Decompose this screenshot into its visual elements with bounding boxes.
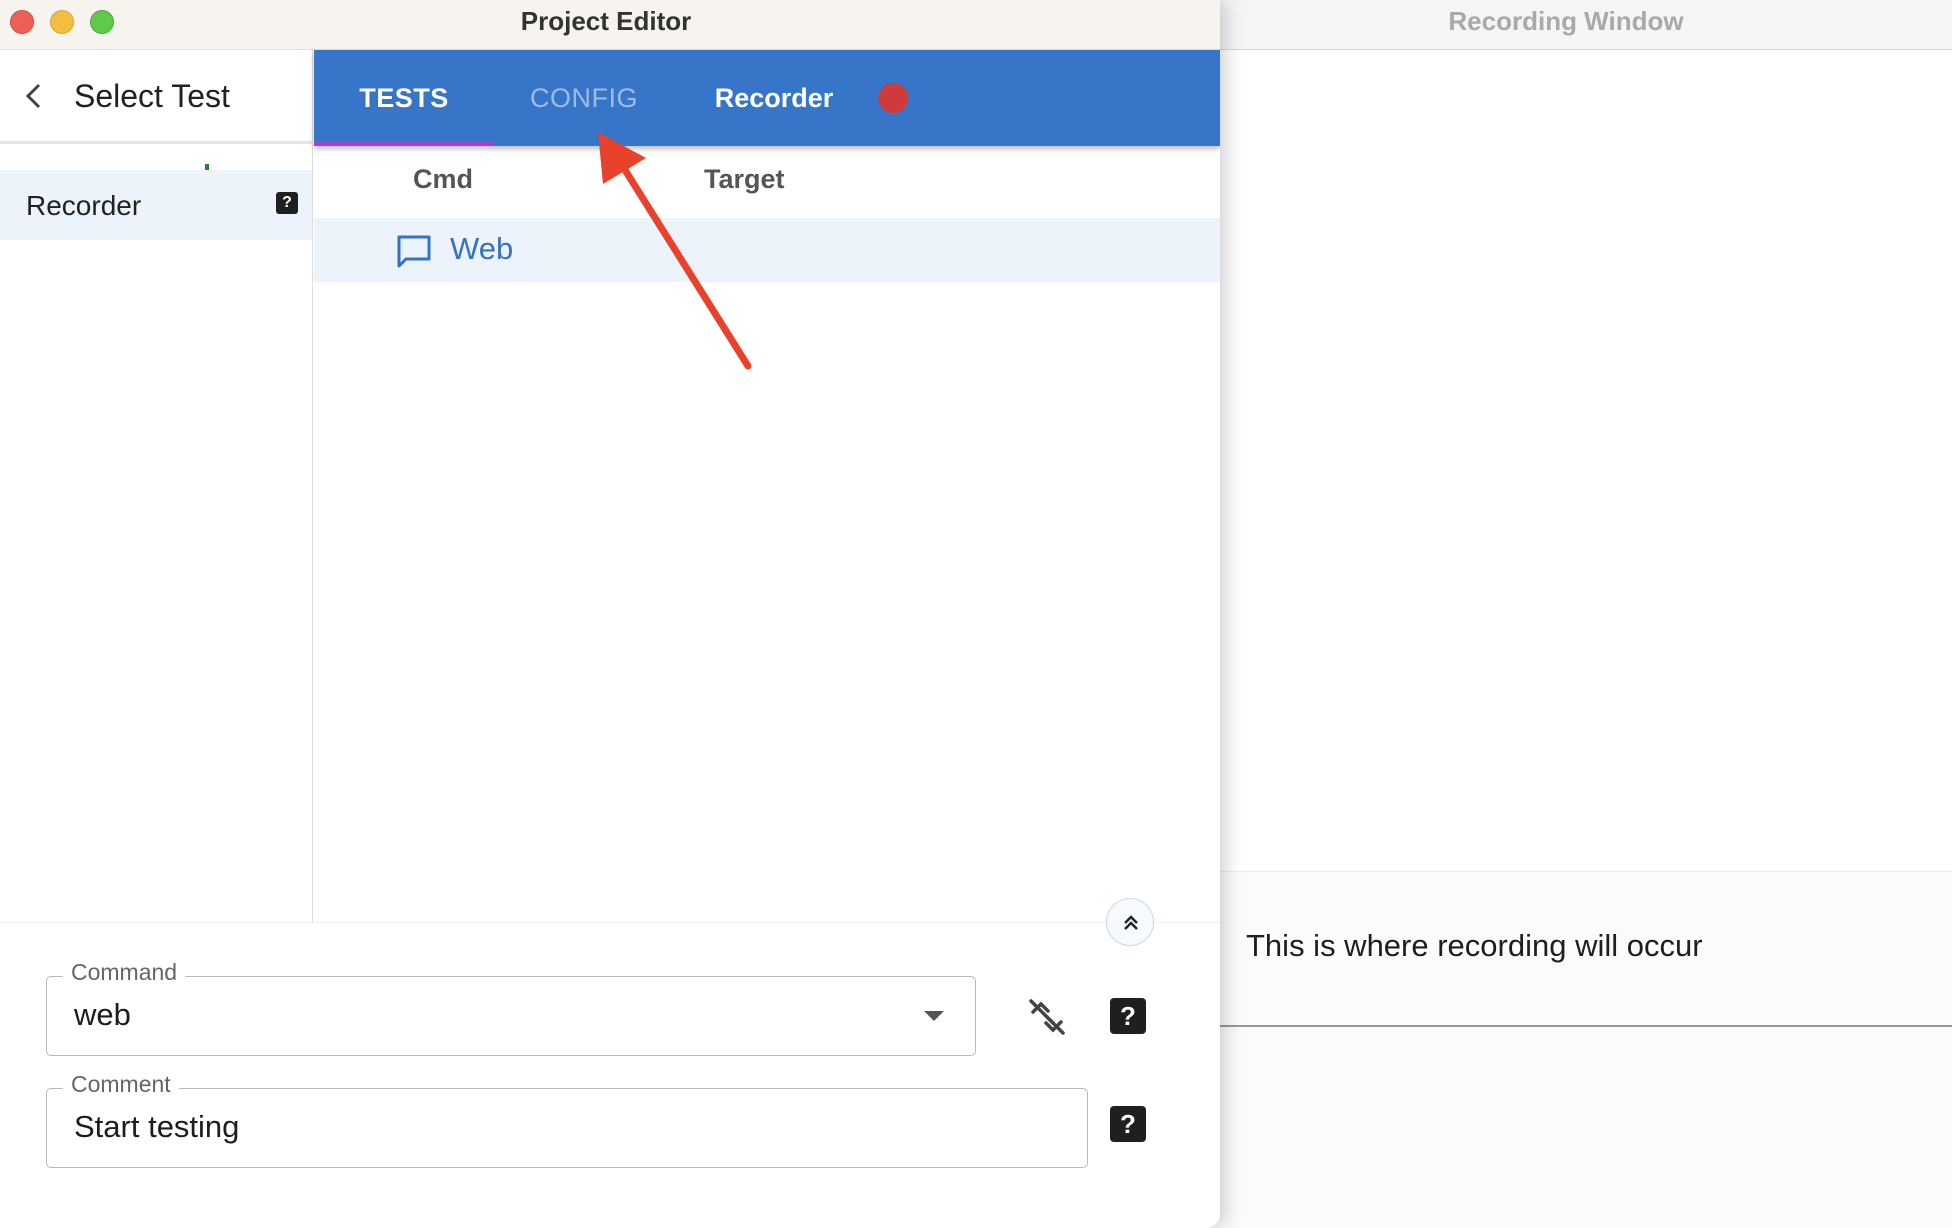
command-help-icon[interactable]: ?: [1110, 998, 1146, 1034]
comment-input[interactable]: Comment Start testing: [46, 1071, 1088, 1168]
tab-tests[interactable]: TESTS: [314, 50, 494, 146]
recording-window-divider-top: [1180, 871, 1952, 872]
link-off-icon[interactable]: [1026, 996, 1068, 1038]
project-editor-window: Project Editor Select Test Recorder ? TE…: [0, 0, 1220, 1228]
select-test-header[interactable]: Select Test: [0, 50, 313, 144]
sidebar-item-recorder[interactable]: Recorder ?: [0, 170, 312, 240]
active-tab-indicator: [314, 141, 494, 146]
tab-bar: TESTS CONFIG Recorder: [314, 50, 1220, 146]
comment-field-value: Start testing: [74, 1109, 240, 1144]
help-icon[interactable]: ?: [276, 192, 298, 214]
recording-message: This is where recording will occur: [1246, 928, 1703, 963]
tab-config[interactable]: CONFIG: [494, 50, 674, 146]
project-editor-title: Project Editor: [520, 6, 692, 36]
sidebar-item-label: Recorder: [26, 190, 142, 221]
project-editor-titlebar[interactable]: Project Editor: [0, 0, 1220, 50]
command-select[interactable]: Command web: [46, 959, 976, 1056]
column-header-target: Target: [704, 164, 785, 194]
recording-window-content[interactable]: [1180, 51, 1952, 872]
double-chevron-up-icon: [1124, 915, 1138, 930]
table-row[interactable]: Web: [314, 218, 1220, 282]
chevron-left-icon[interactable]: [22, 82, 46, 110]
row-cmd-label: Web: [450, 231, 514, 266]
comment-help-icon[interactable]: ?: [1110, 1106, 1146, 1142]
column-header-cmd: Cmd: [413, 164, 473, 194]
recording-window-titlebar[interactable]: Recording Window: [1180, 0, 1952, 50]
caret-down-icon[interactable]: [924, 1011, 944, 1021]
recording-window-divider: [1180, 1025, 1952, 1027]
command-field-label: Command: [63, 959, 186, 986]
comment-icon: [397, 235, 431, 268]
comment-field-label: Comment: [63, 1071, 179, 1098]
command-field-value: web: [74, 997, 131, 1032]
collapse-panel-button[interactable]: [1106, 898, 1154, 946]
record-indicator-icon[interactable]: [878, 83, 908, 113]
recording-window: Recording Window This is where recording…: [1180, 0, 1952, 1228]
tab-recorder[interactable]: Recorder: [694, 50, 854, 146]
recording-window-title: Recording Window: [1448, 6, 1684, 36]
select-test-label: Select Test: [74, 78, 230, 114]
